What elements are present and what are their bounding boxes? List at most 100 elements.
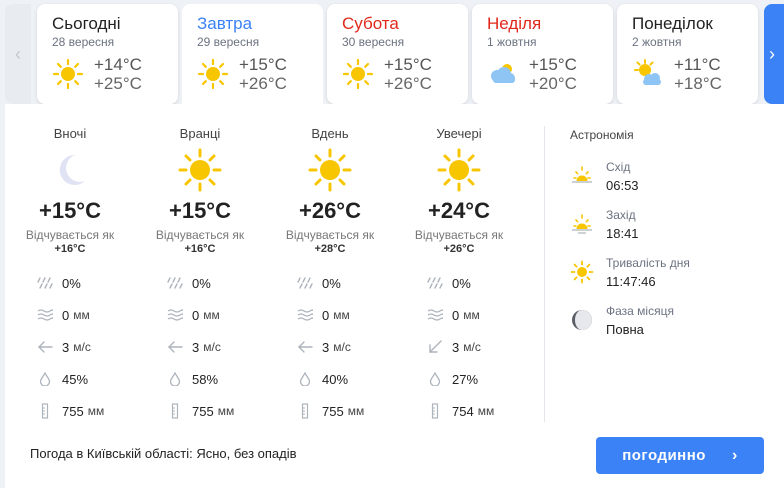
period-temp: +26°C [298,198,361,223]
rain-value: 0 [452,307,460,323]
chevron-right-icon: › [731,446,738,464]
waves-icon [36,306,54,324]
precip-chance: 0% [36,274,81,292]
humidity: 45% [36,370,88,388]
day-name: Завтра [197,14,253,33]
moon-icon [59,154,85,185]
period-night: Вночі +15°C Відчувається як +16°C [10,126,130,256]
period-evening: Увечері +24°C Відчувається як +26°C [399,126,519,256]
wind-value: 3 [322,339,330,355]
temp-max: +25°C [94,74,142,93]
day-tab-today[interactable]: Сьогодні 28 вересня +14°C +25°C [37,4,178,104]
wind-unit: м/с [463,340,481,354]
temp-min: +15°C [384,55,432,74]
day-tab-saturday[interactable]: Субота 30 вересня +15°C +26°C [327,4,468,104]
period-day: Вдень +26°C Відчувається як +28°C [270,126,390,256]
rain-drops-icon [426,274,444,292]
period-temp: +15°C [168,198,231,223]
pressure: 755 мм [166,402,234,420]
feels-value: +26°C [443,243,475,255]
period-temp: +24°C [427,198,490,223]
drop-icon [426,370,444,388]
pressure-value: 755 [322,403,344,419]
day-name: Сьогодні [52,14,121,33]
divider [544,126,545,422]
wind-value: 3 [192,339,200,355]
day-tab-tomorrow[interactable]: Завтра 29 вересня +15°C +26°C [182,4,323,110]
southwest-arrow-icon [426,338,444,356]
rain-unit: мм [73,308,90,322]
pressure-unit: мм [477,404,495,418]
feels-label: Відчувається як [25,228,115,242]
sun-icon [197,58,229,90]
sunrise-value: 06:53 [606,178,639,193]
period-label: Увечері [436,126,482,141]
sunset-value: 18:41 [606,226,639,241]
sun-icon [570,260,594,284]
barometer-icon [166,402,184,420]
day-name: Субота [342,14,399,33]
pressure-value: 755 [192,403,214,419]
sun-icon [342,58,374,90]
wind: 3 м/с [166,338,221,356]
sun-icon [437,148,481,192]
temp-min: +15°C [239,55,287,74]
barometer-icon [36,402,54,420]
moon-phase-value: Повна [606,322,644,337]
precip-chance: 0% [426,274,471,292]
rain-value: 0 [192,307,200,323]
rain-drops-icon [166,274,184,292]
feels-label: Відчувається як [285,228,375,242]
weather-widget: ‹ Сьогодні 28 вересня +14°C +25°C Завтра … [0,0,784,488]
feels-value: +16°C [54,243,86,255]
period-label: Вдень [311,126,349,141]
rain-unit: мм [203,308,220,322]
wind: 3 м/с [296,338,351,356]
day-tab-sunday[interactable]: Неділя 1 жовтня +15°C +20°C [472,4,613,104]
humidity: 58% [166,370,218,388]
precip-chance: 0% [296,274,341,292]
sunset-label: Захід [606,208,636,222]
humidity-value: 40% [322,371,349,387]
moon-phase-icon [572,310,592,330]
precip-amount: 0 мм [296,306,350,324]
rain-unit: мм [463,308,480,322]
wind-unit: м/с [333,340,351,354]
humidity-value: 27% [452,371,479,387]
astronomy-title: Астрономія [570,128,634,142]
day-date: 28 вересня [52,35,115,49]
day-name: Понеділок [632,14,713,33]
pressure: 754 мм [426,402,494,420]
feels-value: +16°C [184,243,216,255]
rain-drops-icon [36,274,54,292]
feels-value: +28°C [314,243,346,255]
next-days-arrow[interactable]: › [764,4,784,104]
precip-amount: 0 мм [426,306,480,324]
cloud-sun-icon [491,64,515,83]
day-length-label: Тривалість дня [606,256,690,270]
precip-value: 0% [192,275,211,291]
wind-value: 3 [452,339,460,355]
prev-days-arrow[interactable]: ‹ [5,4,31,104]
waves-icon [426,306,444,324]
hourly-button-label: погодинно [622,447,706,464]
sunrise-label: Схід [606,160,631,174]
weather-summary: Погода в Київській області: Ясно, без оп… [30,446,297,461]
rain-unit: мм [333,308,350,322]
humidity-value: 58% [192,371,219,387]
hourly-button[interactable]: погодинно › [596,437,764,474]
wind: 3 м/с [426,338,481,356]
temp-max: +20°C [529,74,577,93]
west-arrow-icon [36,338,54,356]
humidity-value: 45% [62,371,89,387]
day-tab-monday[interactable]: Понеділок 2 жовтня +11°C +18°C [617,4,758,104]
sunset-icon [572,214,592,234]
rain-value: 0 [322,307,330,323]
sun-icon [308,148,352,192]
temp-max: +26°C [384,74,432,93]
wind-unit: м/с [203,340,221,354]
sun-icon [52,58,84,90]
drop-icon [166,370,184,388]
pressure-unit: мм [87,404,105,418]
precip-amount: 0 мм [166,306,220,324]
